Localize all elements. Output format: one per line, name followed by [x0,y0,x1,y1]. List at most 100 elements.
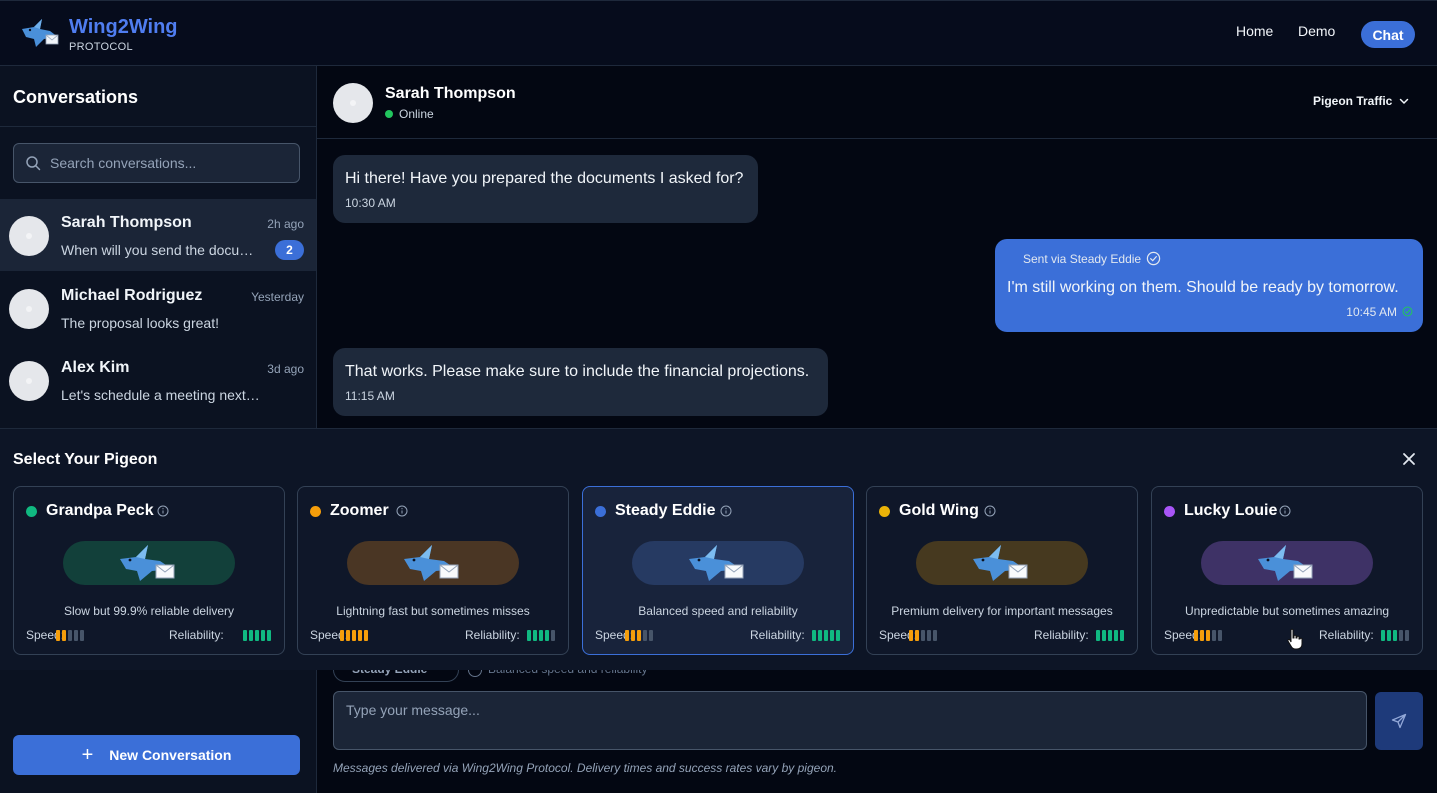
speed-bar [1206,630,1210,641]
conversation-preview: The proposal looks great! [61,315,219,331]
pigeon-traffic-label: Pigeon Traffic [1313,94,1393,108]
info-icon[interactable] [157,505,169,517]
pigeon-card-grandpa-peck[interactable]: Grandpa Peck Slow but 99.9% reliable deli… [13,486,285,655]
speed-bar [915,630,919,641]
reliability-bar [1120,630,1124,641]
message-text: I'm still working on them. Should be rea… [1007,279,1399,296]
conversation-preview: Let's schedule a meeting next week [61,387,261,403]
pigeon-card-zoomer[interactable]: Zoomer Lightning fast but sometimes misse… [297,486,569,655]
speed-bar [358,630,362,641]
conversation-name: Michael Rodriguez [61,287,203,304]
speed-bar [62,630,66,641]
speed-bar [1218,630,1222,641]
pigeon-description: Unpredictable but sometimes amazing [1184,604,1390,618]
conversation-time: Yesterday [251,290,304,304]
pigeon-description: Premium delivery for important messages [891,604,1113,618]
speed-bar [921,630,925,641]
pigeon-description: Lightning fast but sometimes misses [336,604,530,618]
conversation-item-michael[interactable]: Michael Rodriguez Yesterday The proposal… [0,272,316,344]
reliability-bar [1387,630,1391,641]
speed-bar [637,630,641,641]
send-icon [1391,713,1407,729]
chat-header: Sarah Thompson Online Pigeon Traffic [317,66,1437,139]
pigeon-image [63,541,235,585]
panel-title: Select Your Pigeon [13,451,158,468]
reliability-rating-bars [1096,630,1124,641]
pigeon-envelope-icon [1258,545,1313,581]
info-icon[interactable] [720,505,732,517]
info-icon[interactable] [984,505,996,517]
message-bubble-outgoing: Sent via Steady Eddie I'm still working … [995,239,1423,332]
reliability-bar [1399,630,1403,641]
divider [0,126,316,127]
speed-rating-bars [56,630,84,641]
nav-home-link[interactable]: Home [1236,23,1273,39]
pigeon-color-dot [310,506,321,517]
reliability-bar [1114,630,1118,641]
delivery-footer-note: Messages delivered via Wing2Wing Protoco… [333,761,838,775]
reliability-bar [527,630,531,641]
brand-name[interactable]: Wing2Wing [69,16,178,39]
pigeon-name: Gold Wing [899,502,979,519]
speed-bar [1212,630,1216,641]
send-button[interactable] [1375,692,1423,750]
speed-bar [68,630,72,641]
search-box[interactable] [13,143,300,183]
speed-rating-bars [340,630,368,641]
pigeon-traffic-dropdown[interactable]: Pigeon Traffic [1313,94,1410,108]
pigeon-card-gold-wing[interactable]: Gold Wing Premium delivery for important … [866,486,1138,655]
conversation-time: 2h ago [267,217,304,231]
nav-demo-link[interactable]: Demo [1298,23,1335,39]
reliability-rating-bars [1381,630,1409,641]
reliability-bar [1102,630,1106,641]
new-conversation-button[interactable]: + New Conversation [13,735,300,775]
conversation-item-sarah[interactable]: Sarah Thompson 2h ago When will you send… [0,199,316,271]
speed-bar [352,630,356,641]
reliability-label: Reliability: [750,628,805,642]
reliability-bar [267,630,271,641]
message-input[interactable] [346,702,1351,740]
close-icon[interactable] [1401,451,1417,467]
search-icon [26,156,41,171]
pigeon-envelope-icon[interactable] [20,15,62,51]
speed-bar [74,630,78,641]
speed-bar [364,630,368,641]
conversation-time: 3d ago [267,362,304,376]
speed-rating-bars [1194,630,1222,641]
nav-chat-button[interactable]: Chat [1361,21,1415,48]
reliability-bar [255,630,259,641]
reliability-bar [824,630,828,641]
reliability-bar [818,630,822,641]
reliability-bar [812,630,816,641]
sent-via-label: Sent via Steady Eddie [1023,251,1161,266]
info-icon[interactable] [396,505,408,517]
reliability-label: Reliability: [169,628,224,642]
pigeon-description: Balanced speed and reliability [638,604,798,618]
info-icon[interactable] [1279,505,1291,517]
message-input-box[interactable] [333,691,1367,750]
conversation-preview: When will you send the documents? [61,242,261,258]
hand-cursor-icon [1287,628,1303,650]
top-header: Wing2Wing PROTOCOL Home Demo Chat [0,0,1437,66]
pigeon-selector-panel: Select Your Pigeon Grandpa Peck Slow but … [0,428,1437,670]
avatar [9,216,49,256]
reliability-bar [533,630,537,641]
message-text: That works. Please make sure to include … [345,363,810,380]
speed-rating-bars [909,630,937,641]
speed-bar [346,630,350,641]
speed-bar [1194,630,1198,641]
speed-rating-bars [625,630,653,641]
speed-bar [909,630,913,641]
contact-name: Sarah Thompson [385,85,516,102]
message-bubble-incoming: That works. Please make sure to include … [333,348,828,416]
conversation-item-alex[interactable]: Alex Kim 3d ago Let's schedule a meeting… [0,344,316,416]
speed-bar [625,630,629,641]
reliability-bar [1393,630,1397,641]
new-conversation-label: New Conversation [109,747,232,763]
pigeon-card-steady-eddie[interactable]: Steady Eddie Balanced speed and reliabili… [582,486,854,655]
search-input[interactable] [50,144,295,182]
reliability-rating-bars [527,630,555,641]
delivered-check-icon [1402,306,1413,317]
reliability-rating-bars [812,630,840,641]
pigeon-name: Zoomer [330,502,389,519]
